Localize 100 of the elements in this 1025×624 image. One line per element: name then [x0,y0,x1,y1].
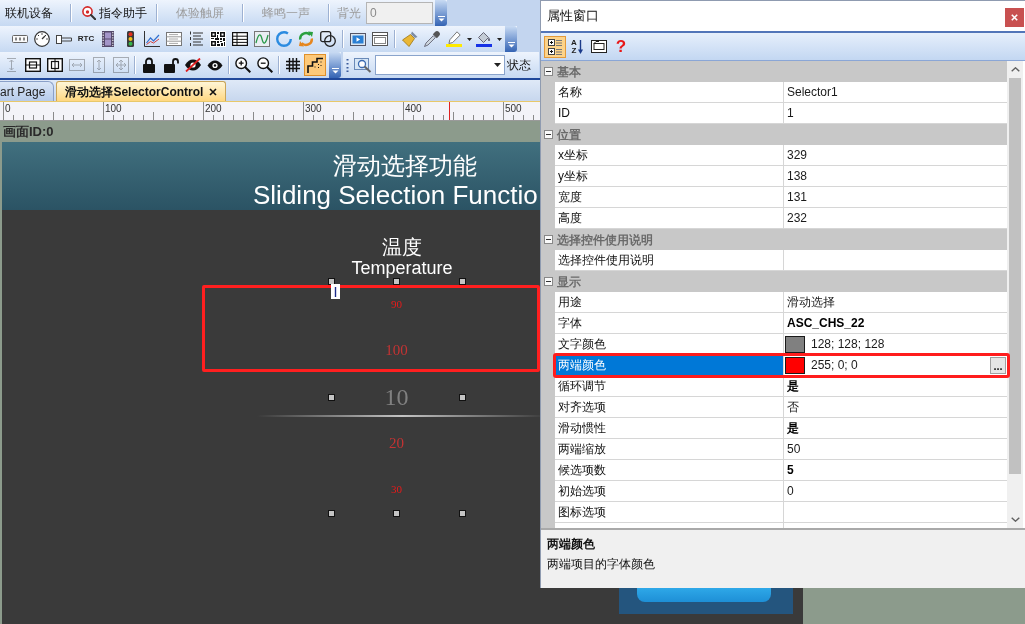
property-name[interactable]: 字体 [555,313,783,334]
qr-code-icon[interactable] [210,31,226,47]
magnifier-icon [81,6,96,20]
property-name[interactable]: 候选项数 [555,460,783,481]
property-value: 0 [786,483,794,500]
property-name[interactable]: 文字颜色 [555,334,783,355]
scrollbar[interactable] [1007,61,1023,528]
line-chart-icon[interactable] [144,31,160,47]
brush-icon[interactable] [402,31,418,47]
property-name[interactable]: 宽度 [555,187,783,208]
rtc-button[interactable]: RTC [75,28,97,50]
wave-chart-icon[interactable] [254,31,270,47]
close-button[interactable] [1005,8,1024,27]
ring-icon[interactable] [276,31,292,47]
horizontal-center-icon[interactable] [47,58,63,72]
center-align-icon[interactable] [25,58,41,72]
property-value: 255; 0; 0 [811,357,858,374]
down-arrow-icon [578,39,583,54]
category-label: 显示 [556,273,581,291]
property-name[interactable]: 两端缩放 [555,439,783,460]
chevron-up-icon[interactable] [1010,67,1020,72]
window-layout-icon[interactable] [372,32,388,46]
caption-label: Temperature [351,258,453,278]
resize-handle-icon[interactable] [459,510,466,517]
chevron-down-icon [331,68,339,74]
property-name[interactable]: 初始选项 [555,481,783,502]
window-title: 属性窗口 [547,7,599,26]
caption-label: 温度 [382,236,422,258]
zoom-in-icon[interactable] [235,57,251,73]
dropdown-caret-icon [494,63,501,67]
video-icon[interactable] [350,32,366,46]
gauge-icon[interactable] [34,31,50,47]
resize-handle-icon[interactable] [328,278,335,285]
list-icon[interactable] [166,32,182,46]
scrollbar-thumb[interactable] [1009,78,1021,474]
property-name[interactable]: y坐标 [555,166,783,187]
collapse-icon[interactable] [543,130,553,139]
segment-display-icon[interactable] [12,35,28,43]
ellipsis-button[interactable]: ... [990,357,1006,374]
ruler-label: 400 [405,103,422,114]
eye-icon[interactable] [207,59,223,71]
toolbar-button[interactable]: 联机设备 [0,2,67,24]
refresh-icon[interactable] [298,31,314,47]
numbered-list-icon[interactable] [189,31,203,47]
traffic-light-icon[interactable] [126,31,134,47]
film-strip-icon[interactable] [102,31,114,47]
zoom-out-icon[interactable] [257,57,273,73]
property-name[interactable]: 图标选项 [555,502,783,523]
overlap-shapes-icon[interactable] [320,31,336,47]
property-name[interactable]: 循环调节 [555,376,783,397]
lock-icon[interactable] [143,57,155,73]
property-name[interactable]: 用途 [555,292,783,313]
unlock-icon[interactable] [163,57,179,73]
resize-handle-icon[interactable] [328,510,335,517]
category-label: 位置 [556,126,581,144]
resize-handle-icon[interactable] [328,394,335,401]
hidden-eye-icon[interactable] [184,58,202,72]
property-value: 128; 128; 128 [811,336,885,353]
toolbar-overflow-button[interactable] [329,52,341,78]
view-button[interactable]: AZ [566,35,588,58]
view-button[interactable] [544,35,566,58]
canvas-subtitle: Sliding Selection Functio [253,180,538,210]
search-icon[interactable] [354,57,372,73]
backlight-label: 背光 [337,5,361,22]
toolbar-button[interactable]: 指令助手 [75,2,153,24]
property-name[interactable]: 名称 [555,82,783,103]
resize-handle-icon[interactable] [459,278,466,285]
slider-icon[interactable] [56,34,72,44]
dropdown-caret-icon[interactable] [496,37,502,41]
chevron-down-icon[interactable] [1010,517,1020,522]
canvas-title: 滑动选择功能 [333,151,477,181]
close-icon[interactable] [209,87,218,96]
resize-handle-icon[interactable] [459,394,466,401]
property-value: 5 [786,462,794,479]
grip-icon[interactable] [346,58,349,72]
property-value: 50 [786,441,801,458]
tab[interactable]: art Page [0,81,55,101]
category-label: 选择控件使用说明 [556,231,653,249]
collapse-icon[interactable] [543,277,553,286]
help-button[interactable]: ? [610,35,632,58]
property-name[interactable]: 滑动惯性 [555,418,783,439]
folder-icon[interactable] [591,40,607,53]
resize-handle-icon[interactable] [393,510,400,517]
table-icon[interactable] [232,32,248,46]
tab[interactable]: 滑动选择SelectorControl [56,81,227,101]
property-name[interactable]: 对齐选项 [555,397,783,418]
eyedropper-icon[interactable] [424,31,440,47]
collapse-icon[interactable] [543,235,553,244]
toolbar-overflow-button[interactable] [435,0,447,26]
dropdown-caret-icon[interactable] [466,37,472,41]
property-name[interactable]: x坐标 [555,145,783,166]
canvas-button[interactable] [619,588,793,614]
property-value: 是 [786,420,799,437]
toggle-button[interactable] [304,54,326,76]
paint-bucket-icon[interactable] [476,31,492,47]
toolbar-overflow-button[interactable] [505,26,517,52]
property-value: 1 [786,105,794,122]
collapse-icon[interactable] [543,67,553,76]
resize-handle-icon[interactable] [393,278,400,285]
property-value: 滑动选择 [786,294,835,311]
